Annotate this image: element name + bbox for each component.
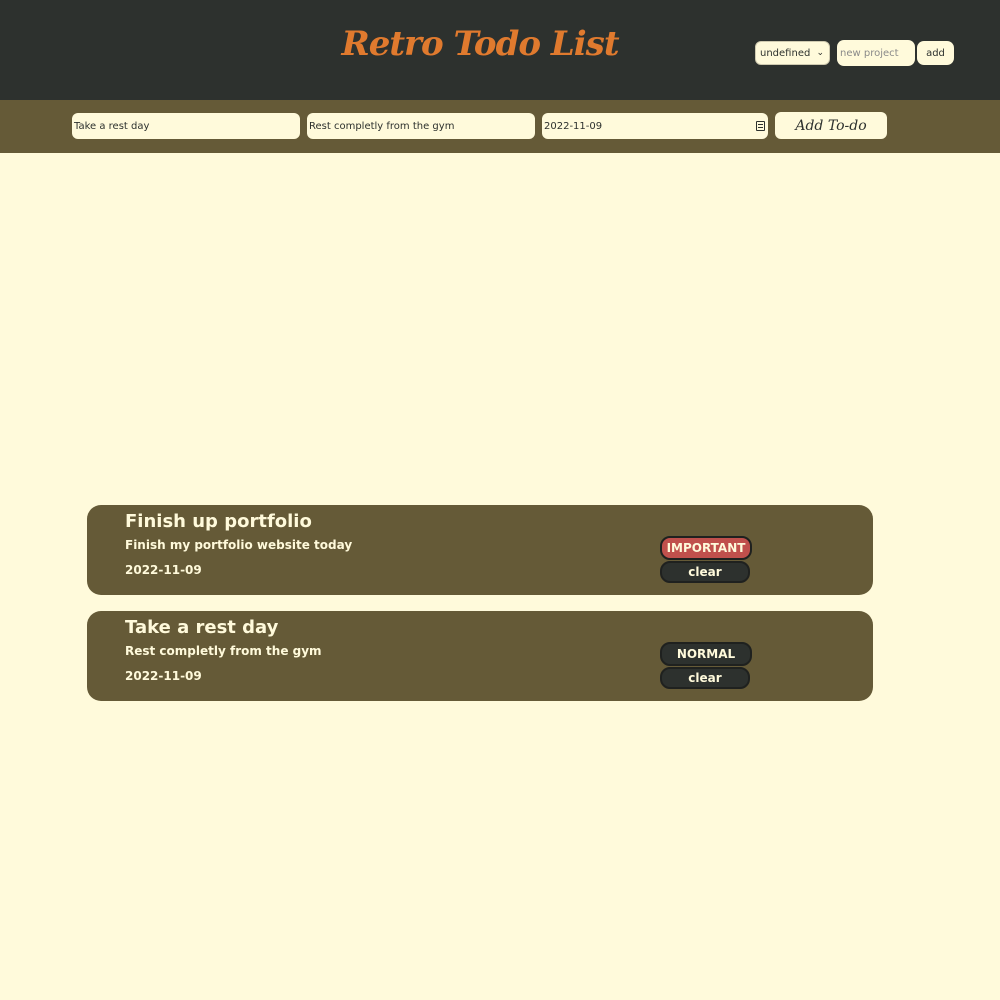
clear-button[interactable]: clear: [660, 667, 750, 689]
add-project-button[interactable]: add: [917, 41, 954, 65]
todo-title-input[interactable]: Take a rest day: [72, 113, 300, 139]
calendar-icon[interactable]: [756, 121, 765, 131]
todo-title: Finish up portfolio: [125, 511, 312, 532]
todo-date-value: 2022-11-09: [544, 120, 603, 132]
chevron-down-icon: ⌄: [816, 48, 824, 58]
todo-description-input[interactable]: Rest completly from the gym: [307, 113, 535, 139]
todo-card: Take a rest day Rest completly from the …: [87, 611, 873, 701]
clear-button[interactable]: clear: [660, 561, 750, 583]
priority-badge[interactable]: NORMAL: [660, 642, 752, 666]
todo-date: 2022-11-09: [125, 669, 202, 683]
todo-date: 2022-11-09: [125, 563, 202, 577]
todo-description: Finish my portfolio website today: [125, 538, 353, 552]
todo-date-input[interactable]: 2022-11-09: [542, 113, 768, 139]
todo-card: Finish up portfolio Finish my portfolio …: [87, 505, 873, 595]
new-project-input[interactable]: [837, 40, 915, 66]
app-title-text: Retro Todo List: [341, 24, 619, 64]
project-select[interactable]: undefined ⌄: [755, 41, 830, 65]
priority-badge[interactable]: IMPORTANT: [660, 536, 752, 560]
project-select-value: undefined: [760, 47, 811, 59]
todo-title: Take a rest day: [125, 617, 279, 638]
add-todo-button[interactable]: Add To-do: [775, 112, 887, 139]
app-header: Retro Todo List undefined ⌄ add: [0, 0, 1000, 100]
todo-description: Rest completly from the gym: [125, 644, 322, 658]
